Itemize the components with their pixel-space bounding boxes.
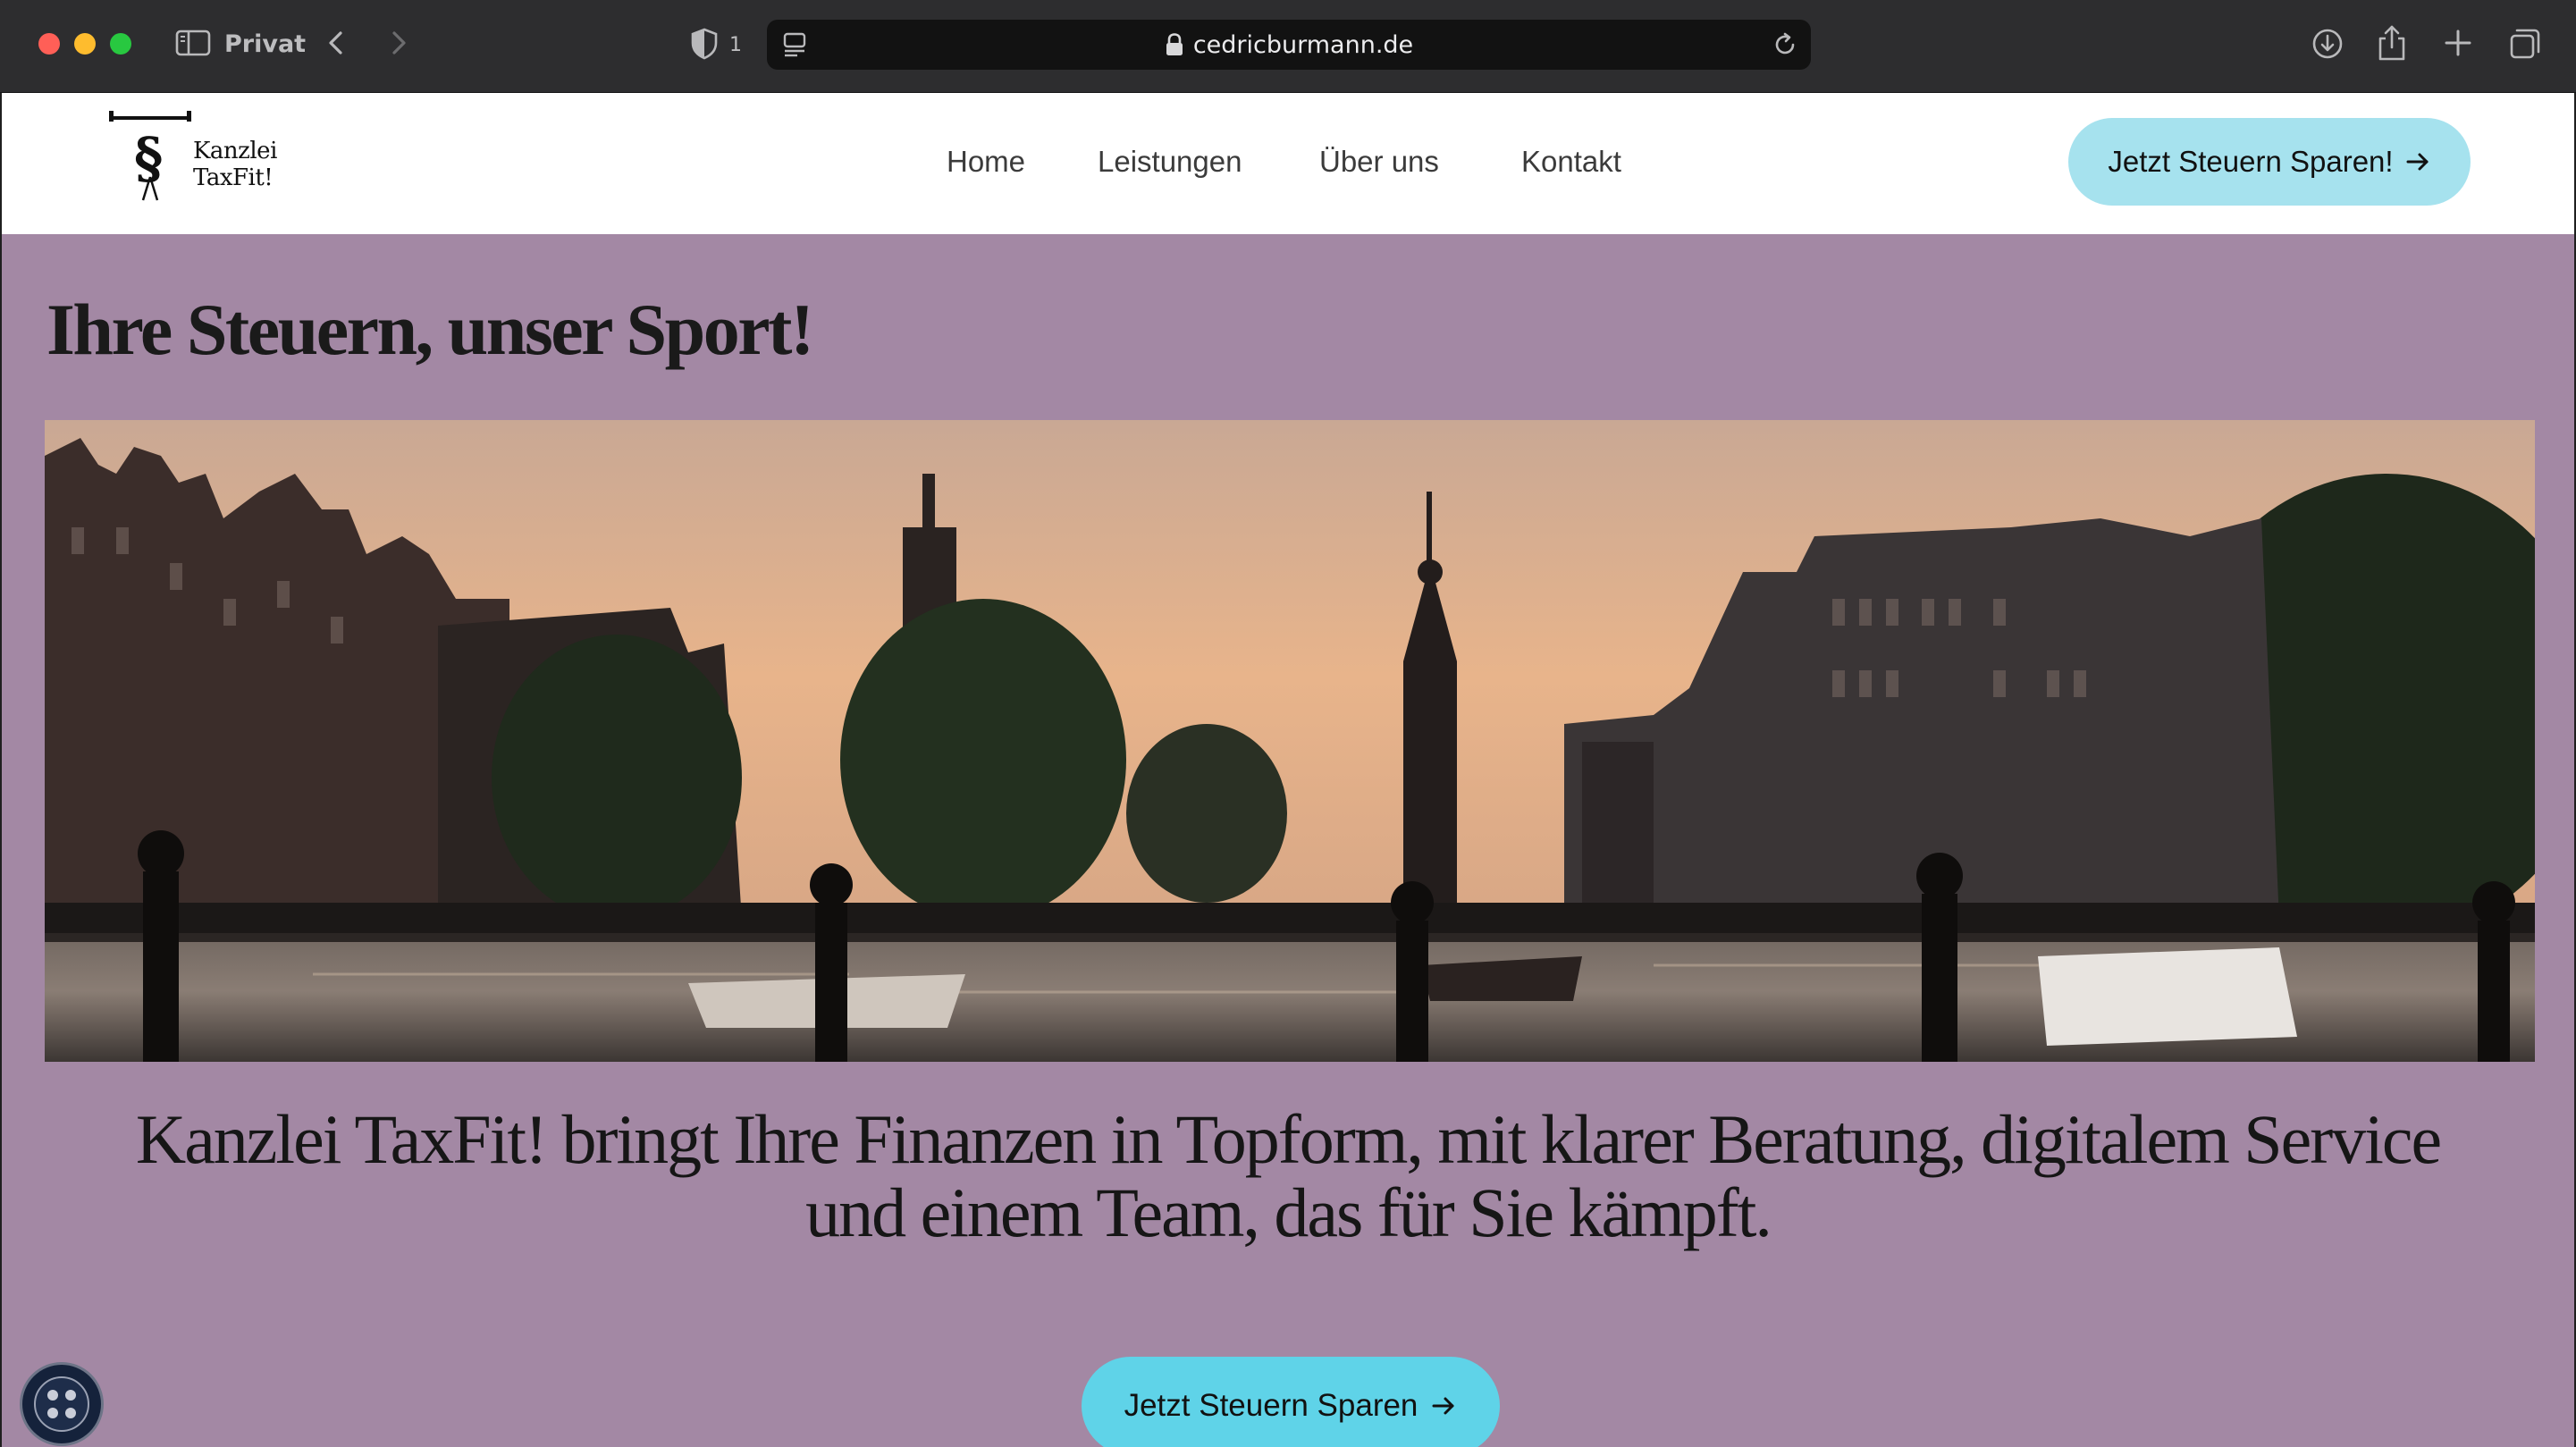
site-logo[interactable]: § Kanzlei TaxFit!	[107, 107, 340, 204]
zoom-window-button[interactable]	[110, 33, 131, 55]
tab-overview-icon[interactable]	[2508, 27, 2542, 61]
browser-toolbar: Privat 1 cedricburmann.de	[0, 0, 2576, 93]
share-icon[interactable]	[2376, 23, 2408, 63]
page-body: § Kanzlei TaxFit! Home Leistungen Über u…	[2, 93, 2574, 1447]
tracker-count: 1	[729, 34, 742, 56]
download-icon[interactable]	[2311, 27, 2344, 61]
site-header: § Kanzlei TaxFit! Home Leistungen Über u…	[2, 93, 2574, 234]
hero-cta-label: Jetzt Steuern Sparen	[1124, 1388, 1418, 1423]
hero-description-line-2: und einem Team, das für Sie kämpft.	[805, 1174, 1772, 1251]
hero-image	[45, 420, 2535, 1062]
hero-cta-button[interactable]: Jetzt Steuern Sparen	[1082, 1357, 1500, 1447]
header-cta-label: Jetzt Steuern Sparen!	[2108, 145, 2394, 178]
close-window-button[interactable]	[38, 33, 60, 55]
forward-icon[interactable]	[383, 27, 415, 59]
nav-leistungen[interactable]: Leistungen	[1098, 145, 1242, 179]
reload-icon[interactable]	[1772, 31, 1798, 58]
minimize-window-button[interactable]	[74, 33, 96, 55]
nav-ueber-uns[interactable]: Über uns	[1319, 145, 1439, 179]
nav-home[interactable]: Home	[947, 145, 1025, 179]
header-cta-button[interactable]: Jetzt Steuern Sparen!	[2068, 118, 2471, 206]
logo-mark-icon: §	[109, 111, 191, 201]
lock-icon	[1165, 33, 1184, 56]
arrow-right-icon	[1430, 1392, 1457, 1419]
shield-icon[interactable]	[688, 27, 720, 61]
logo-text: Kanzlei TaxFit!	[193, 138, 277, 191]
cookie-icon	[34, 1376, 89, 1432]
arrow-right-icon	[2404, 148, 2431, 175]
new-tab-icon[interactable]	[2442, 27, 2474, 59]
nav-kontakt[interactable]: Kontakt	[1521, 145, 1621, 179]
hero-title: Ihre Steuern, unser Sport!	[46, 289, 814, 370]
address-bar[interactable]: cedricburmann.de	[767, 20, 1811, 70]
cookie-settings-button[interactable]	[20, 1362, 104, 1446]
profile-label[interactable]: Privat	[224, 30, 306, 58]
hero-description-line-1: Kanzlei TaxFit! bringt Ihre Finanzen in …	[135, 1100, 2442, 1178]
back-icon[interactable]	[320, 27, 352, 59]
url-text[interactable]: cedricburmann.de	[1193, 31, 1413, 59]
sidebar-icon[interactable]	[175, 29, 211, 57]
hero-description: Kanzlei TaxFit! bringt Ihre Finanzen in …	[2, 1103, 2574, 1249]
